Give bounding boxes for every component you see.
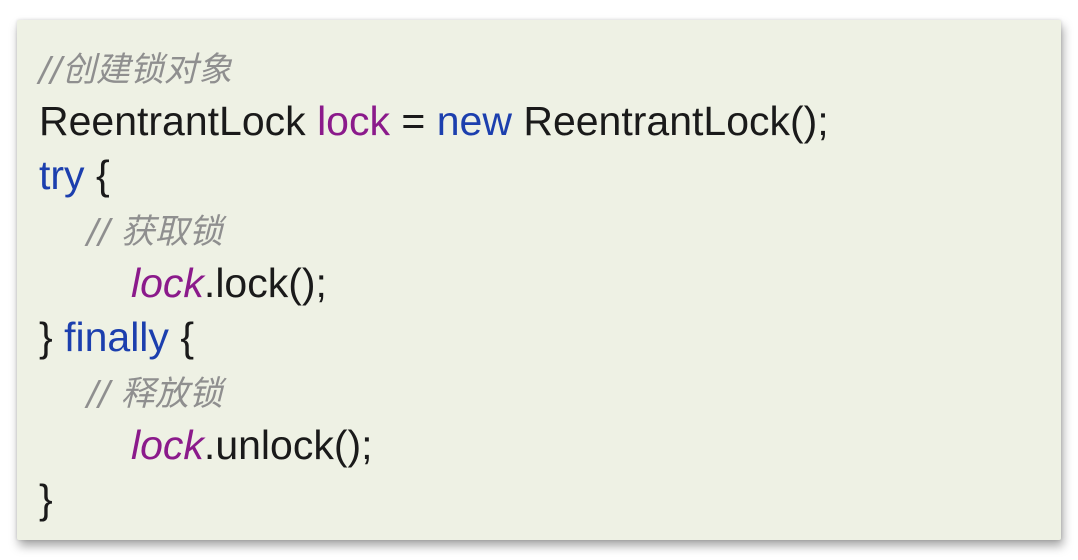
comment-create-lock: //创建锁对象 (39, 50, 232, 90)
type-name: ReentrantLock (39, 98, 306, 144)
open-brace-finally: { (168, 314, 195, 360)
code-line-9: } (39, 472, 829, 526)
code-line-8: lock.unlock(); (39, 418, 829, 472)
variable-lock: lock (317, 98, 390, 144)
code-line-4: // 获取锁 (39, 202, 829, 256)
code-line-5: lock.lock(); (39, 256, 829, 310)
variable-lock-ref-2: lock (131, 422, 204, 468)
code-line-2: ReentrantLock lock = new ReentrantLock()… (39, 94, 829, 148)
keyword-try: try (39, 152, 85, 198)
open-brace: { (84, 152, 110, 198)
lock-call: .lock(); (203, 260, 327, 306)
code-block: //创建锁对象 ReentrantLock lock = new Reentra… (17, 20, 1061, 540)
keyword-new: new (436, 98, 512, 144)
close-brace: } (39, 314, 65, 360)
code-line-7: // 释放锁 (39, 364, 829, 418)
variable-lock-ref: lock (131, 260, 204, 306)
comment-acquire-lock: // 获取锁 (87, 212, 223, 252)
code-listing: //创建锁对象 ReentrantLock lock = new Reentra… (39, 40, 829, 526)
code-line-3: try { (39, 148, 829, 202)
keyword-finally: finally (64, 314, 169, 360)
stage: //创建锁对象 ReentrantLock lock = new Reentra… (0, 0, 1078, 560)
code-line-6: } finally { (39, 310, 829, 364)
assign-operator: = (390, 98, 437, 144)
comment-release-lock: // 释放锁 (87, 374, 223, 414)
final-close-brace: } (39, 476, 53, 522)
unlock-call: .unlock(); (203, 422, 373, 468)
constructor-call: ReentrantLock(); (511, 98, 829, 144)
code-line-1: //创建锁对象 (39, 40, 829, 94)
